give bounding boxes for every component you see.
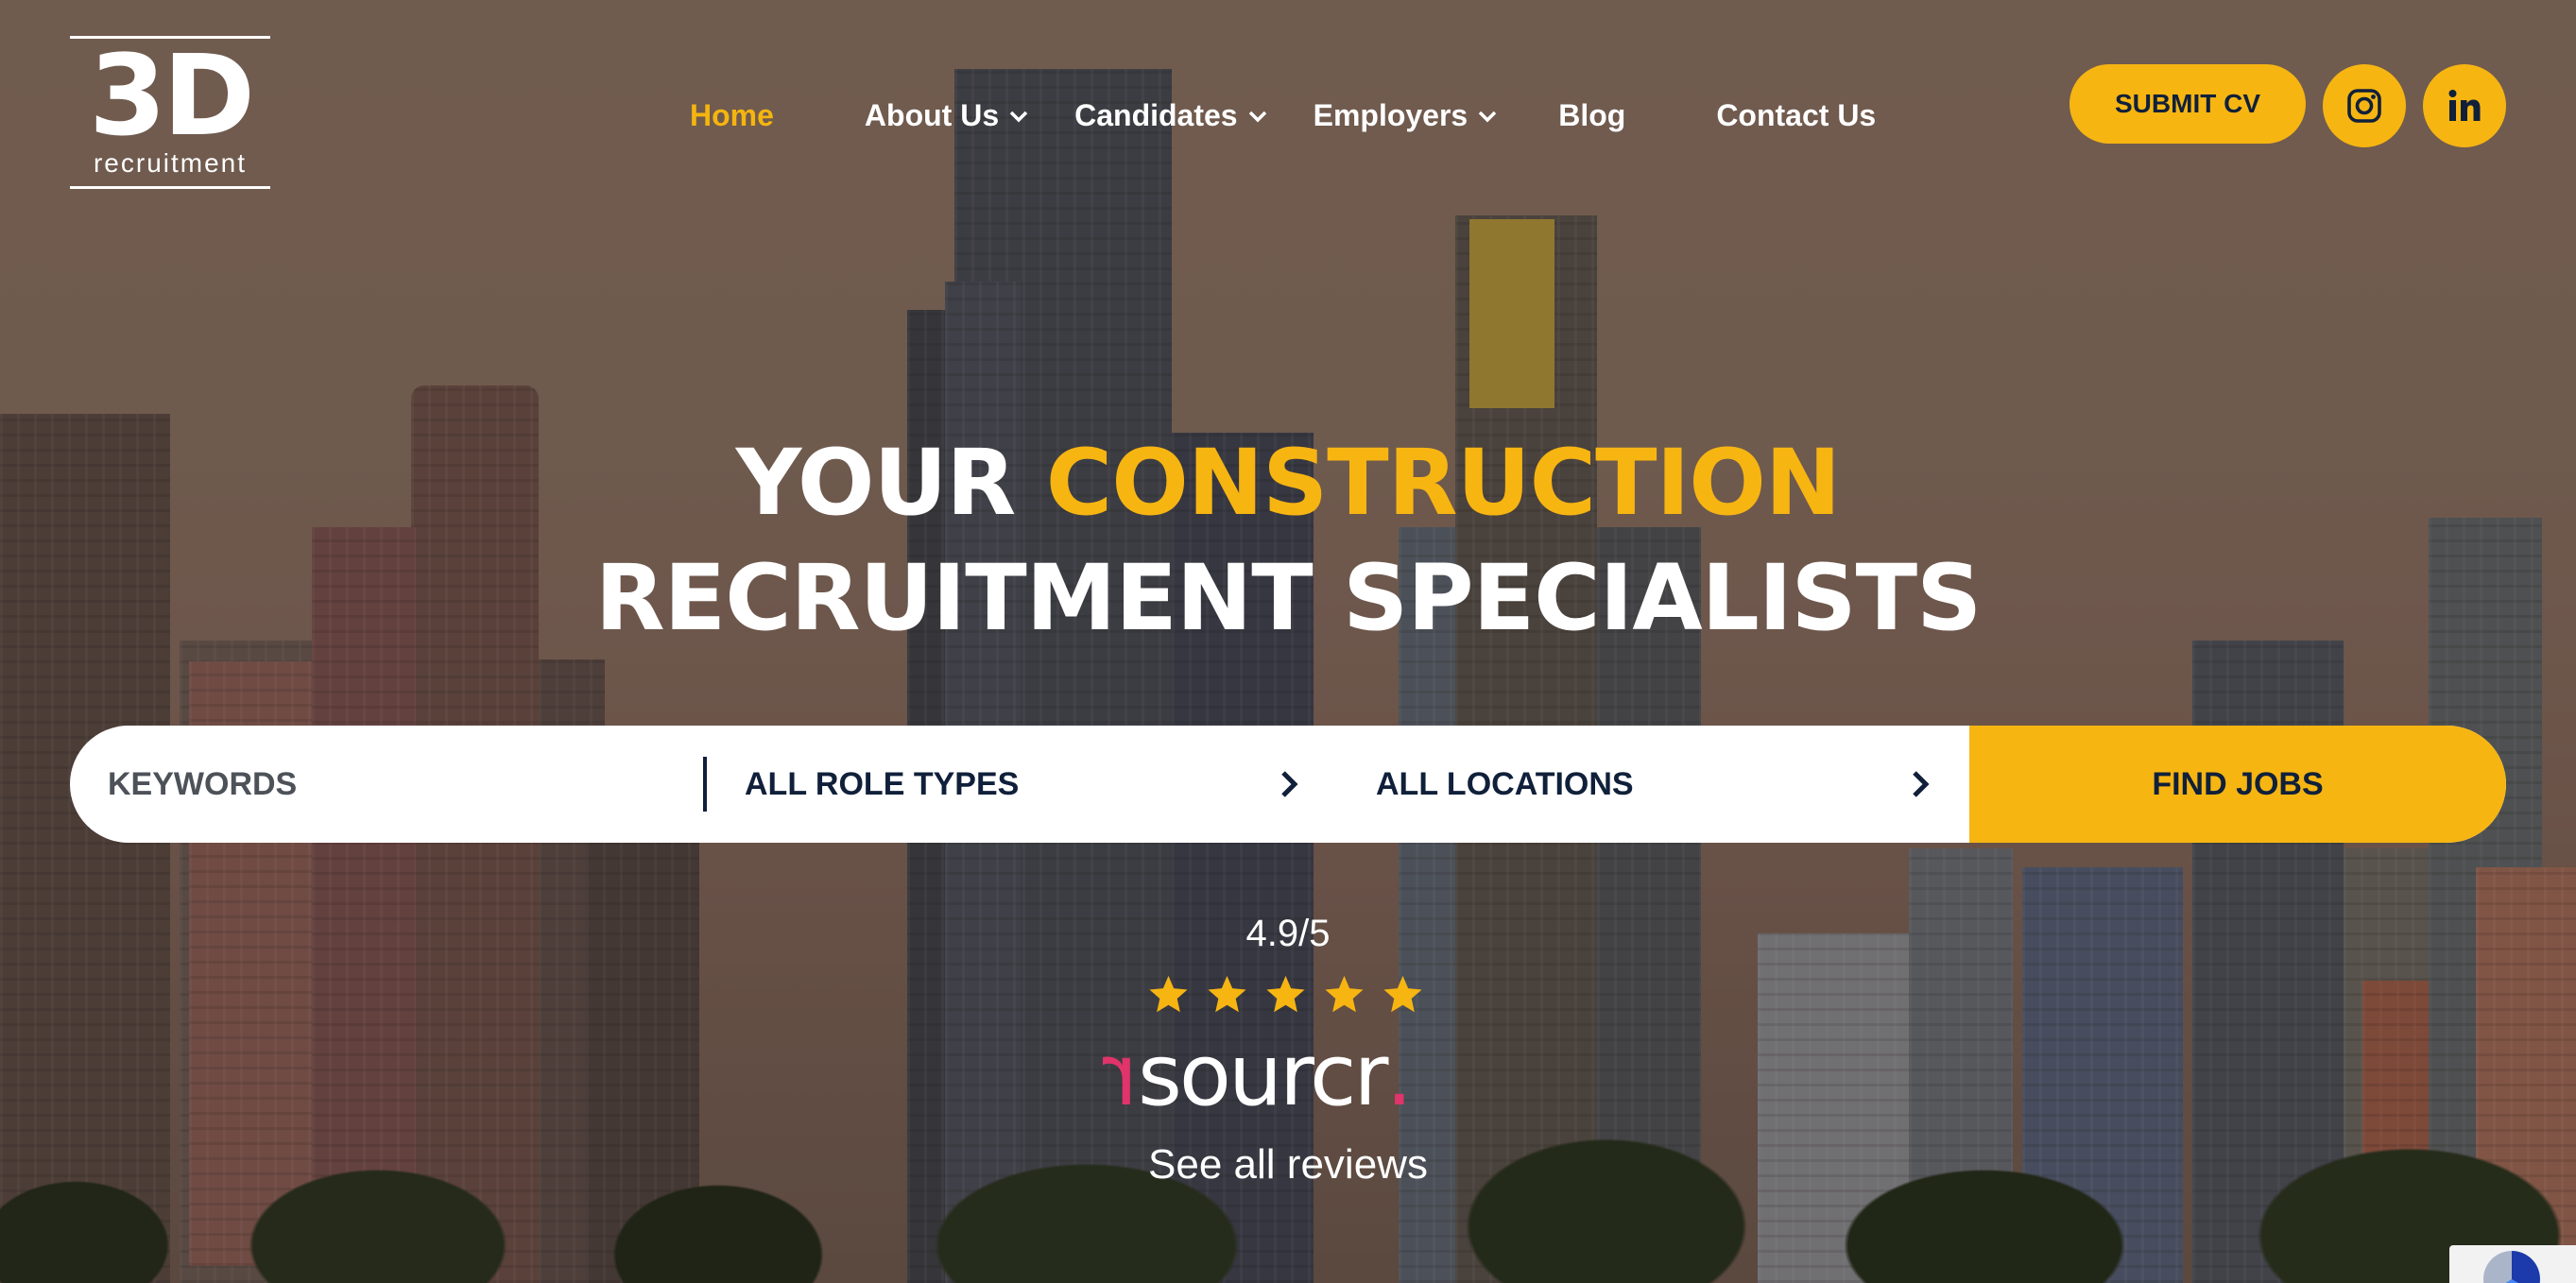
nav-contact-us[interactable]: Contact Us (1716, 98, 1876, 133)
hero-headline-lead: YOUR (735, 430, 1046, 536)
sourcr-wordmark: sourcr (1138, 1026, 1389, 1125)
nav-about-us[interactable]: About Us (865, 98, 1029, 133)
instagram-button[interactable] (2323, 64, 2406, 147)
recaptcha-icon (2483, 1251, 2540, 1283)
linkedin-icon (2448, 90, 2481, 121)
chevron-right-icon (1281, 771, 1298, 797)
role-types-value: ALL ROLE TYPES (745, 765, 1020, 802)
see-all-reviews-link[interactable]: See all reviews (0, 1141, 2576, 1189)
locations-select[interactable]: ALL LOCATIONS (1338, 726, 1969, 843)
find-jobs-button[interactable]: FIND JOBS (1969, 726, 2506, 843)
review-rating: 4.9/5 (1245, 913, 1331, 954)
nav-about-us-label: About Us (864, 98, 1000, 132)
sourcr-dot-icon: . (1385, 1026, 1414, 1125)
nav-home-label: Home (690, 98, 774, 132)
nav-employers[interactable]: Employers (1314, 98, 1499, 133)
nav-candidates[interactable]: Candidates (1074, 98, 1267, 133)
nav-blog[interactable]: Blog (1558, 98, 1625, 133)
job-search-bar: ALL ROLE TYPES ALL LOCATIONS FIND JOBS (70, 726, 2506, 843)
chevron-right-icon (1913, 771, 1930, 797)
instagram-icon (2347, 89, 2381, 123)
nav-candidates-label: Candidates (1074, 98, 1238, 132)
chevron-down-icon (1248, 111, 1266, 122)
rating-stars (1147, 973, 1424, 1016)
chevron-down-icon (1009, 111, 1028, 122)
locations-value: ALL LOCATIONS (1376, 765, 1634, 802)
sourcr-logo[interactable]: r sourcr. (1106, 1026, 1414, 1125)
nav-home[interactable]: Home (690, 98, 774, 133)
chevron-down-icon (1478, 111, 1497, 122)
star-icon (1383, 975, 1422, 1013)
main-navigation: Home About Us Candidates Employers Blog … (690, 98, 1876, 133)
star-icon (1149, 975, 1188, 1013)
nav-employers-label: Employers (1313, 98, 1468, 132)
recaptcha-badge[interactable] (2449, 1245, 2576, 1283)
star-icon (1266, 975, 1305, 1013)
linkedin-button[interactable] (2423, 64, 2506, 147)
site-logo[interactable]: 3D recruitment (70, 36, 270, 200)
nav-contact-us-label: Contact Us (1716, 98, 1877, 132)
role-types-select[interactable]: ALL ROLE TYPES (707, 726, 1338, 843)
logo-subtitle: recruitment (93, 148, 248, 178)
submit-cv-button[interactable]: SUBMIT CV (2069, 64, 2306, 144)
star-icon (1208, 975, 1246, 1013)
hero-headline-accent: CONSTRUCTION (1045, 430, 1842, 536)
nav-blog-label: Blog (1558, 98, 1626, 132)
star-icon (1325, 975, 1364, 1013)
logo-mark: 3D (88, 30, 255, 161)
keywords-input[interactable] (70, 726, 703, 843)
hero-headline: YOUR CONSTRUCTION RECRUITMENT SPECIALIST… (0, 425, 2576, 656)
hero-headline-line1: YOUR CONSTRUCTION (0, 425, 2576, 540)
sourcr-r-mark-icon: r (1106, 1026, 1139, 1125)
hero-headline-line2: RECRUITMENT SPECIALISTS (594, 545, 1983, 651)
logo-bottom-rule (70, 186, 270, 189)
